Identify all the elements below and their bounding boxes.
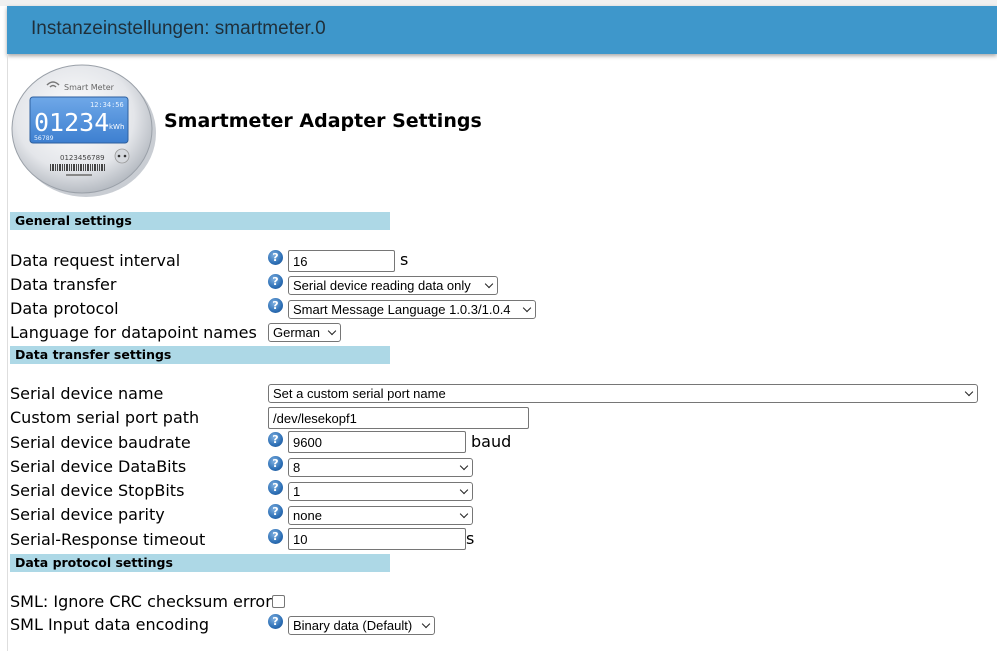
logo-sub: 56789 (34, 134, 54, 142)
crc-ignore-checkbox[interactable] (272, 595, 285, 608)
data-request-interval-input[interactable] (288, 250, 395, 272)
baud-unit: baud (471, 432, 512, 451)
stopbits-label: Serial device StopBits (10, 481, 185, 500)
serial-device-name-label: Serial device name (10, 384, 164, 403)
logo-unit: kWh (109, 123, 124, 131)
dialog-header: Instanzeinstellungen: smartmeter.0 (7, 6, 997, 54)
data-transfer-select[interactable]: Serial device reading data only (288, 276, 498, 295)
input-encoding-select[interactable]: Binary data (Default) (288, 616, 435, 635)
left-divider (7, 54, 8, 651)
custom-serial-port-path-input[interactable] (268, 407, 529, 429)
help-icon[interactable]: ? (268, 250, 283, 265)
help-icon[interactable]: ? (268, 432, 283, 447)
help-icon[interactable]: ? (268, 614, 283, 629)
data-protocol-select[interactable]: Smart Message Language 1.0.3/1.0.4 (288, 300, 536, 319)
help-icon[interactable]: ? (268, 480, 283, 495)
smartmeter-logo: Smart Meter 12:34:56 01234 kWh 56789 012… (11, 64, 156, 197)
data-transfer-label: Data transfer (10, 275, 117, 294)
section-general-settings: General settings (10, 212, 390, 230)
response-timeout-input[interactable] (288, 528, 466, 550)
baudrate-label: Serial device baudrate (10, 433, 191, 452)
app-title: Smartmeter Adapter Settings (164, 110, 482, 132)
baudrate-input[interactable] (288, 431, 466, 453)
data-protocol-label: Data protocol (10, 299, 119, 318)
language-label: Language for datapoint names (10, 323, 257, 342)
dialog-title: Instanzeinstellungen: smartmeter.0 (31, 18, 326, 39)
data-request-interval-label: Data request interval (10, 251, 181, 270)
databits-select[interactable]: 8 (288, 458, 473, 477)
section-data-protocol-settings: Data protocol settings (10, 554, 390, 572)
logo-serial: 0123456789 (60, 154, 105, 162)
help-icon[interactable]: ? (268, 298, 283, 313)
parity-select[interactable]: none (288, 506, 473, 525)
serial-device-name-select[interactable]: Set a custom serial port name (268, 384, 978, 403)
interval-unit: s (400, 250, 409, 269)
timeout-unit: s (466, 529, 475, 548)
input-encoding-label: SML Input data encoding (10, 615, 210, 634)
help-icon[interactable]: ? (268, 274, 283, 289)
parity-label: Serial device parity (10, 505, 165, 524)
section-data-transfer-settings: Data transfer settings (10, 346, 390, 364)
help-icon[interactable]: ? (268, 529, 283, 544)
response-timeout-label: Serial-Response timeout (10, 530, 206, 549)
crc-ignore-label: SML: Ignore CRC checksum error (10, 592, 272, 611)
logo-brand: Smart Meter (64, 83, 115, 92)
language-select[interactable]: German (268, 323, 341, 342)
help-icon[interactable]: ? (268, 456, 283, 471)
custom-serial-port-path-label: Custom serial port path (10, 408, 200, 427)
stopbits-select[interactable]: 1 (288, 482, 473, 501)
databits-label: Serial device DataBits (10, 457, 187, 476)
help-icon[interactable]: ? (268, 504, 283, 519)
logo-reading: 01234 (34, 108, 109, 137)
